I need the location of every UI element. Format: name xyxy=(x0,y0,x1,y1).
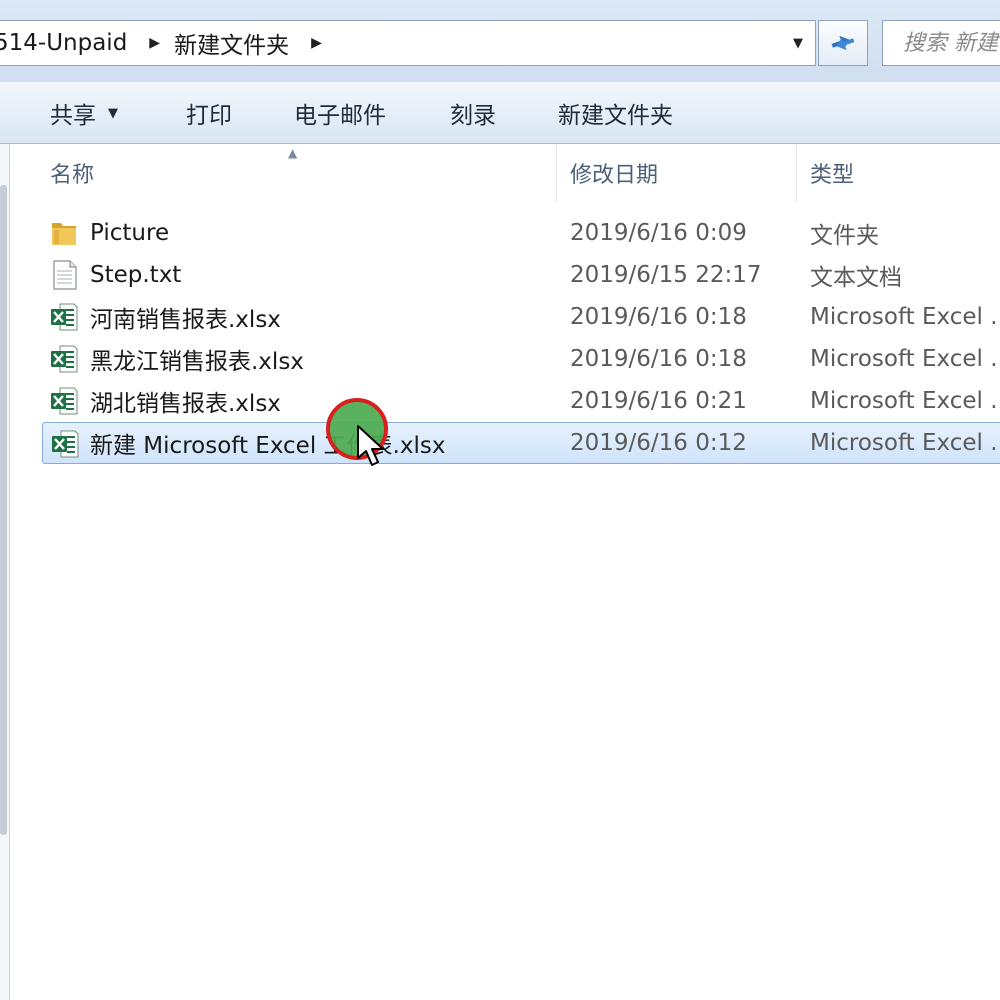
chevron-down-icon[interactable]: ▼ xyxy=(787,21,809,65)
file-type: Microsoft Excel ... xyxy=(810,430,1000,456)
sort-ascending-icon: ▲ xyxy=(288,146,298,160)
column-divider[interactable] xyxy=(796,144,797,202)
file-modified: 2019/6/16 0:12 xyxy=(570,430,747,456)
email-label: 电子邮件 xyxy=(294,103,386,129)
file-type: 文本文档 xyxy=(810,265,902,291)
file-modified: 2019/6/16 0:09 xyxy=(570,220,747,246)
address-bar[interactable]: 514-Unpaid ▶ 新建文件夹 ▶ ▼ xyxy=(0,20,816,66)
column-header-name-label: 名称 xyxy=(50,163,95,188)
file-type: Microsoft Excel ... xyxy=(810,388,1000,414)
file-modified: 2019/6/15 22:17 xyxy=(570,262,762,288)
breadcrumb-item-current[interactable]: 新建文件夹 xyxy=(174,26,297,60)
file-modified: 2019/6/16 0:18 xyxy=(570,346,747,372)
burn-label: 刻录 xyxy=(450,103,496,129)
file-name: 河南销售报表.xlsx xyxy=(90,307,281,333)
file-name: Step.txt xyxy=(90,262,182,288)
text-file-icon xyxy=(53,260,77,290)
excel-file-icon xyxy=(51,387,78,415)
chevron-down-icon: ▼ xyxy=(108,105,118,121)
column-header-modified[interactable]: 修改日期 xyxy=(570,144,658,202)
column-header-type[interactable]: 类型 xyxy=(810,144,854,202)
file-name: 黑龙江销售报表.xlsx xyxy=(90,349,304,375)
navigation-scrollbar[interactable] xyxy=(0,185,7,835)
burn-button[interactable]: 刻录 xyxy=(450,82,496,144)
search-input[interactable] xyxy=(883,21,1000,65)
column-divider[interactable] xyxy=(556,144,557,202)
breadcrumb-separator-icon[interactable]: ▶ xyxy=(297,35,336,51)
breadcrumb: 514-Unpaid ▶ 新建文件夹 ▶ xyxy=(0,21,336,65)
file-type: Microsoft Excel ... xyxy=(810,304,1000,330)
breadcrumb-item-parent[interactable]: 514-Unpaid xyxy=(0,30,135,56)
file-row[interactable]: 湖北销售报表.xlsx 2019/6/16 0:21 Microsoft Exc… xyxy=(42,380,1000,422)
file-row[interactable]: Step.txt 2019/6/15 22:17 文本文档 xyxy=(42,254,1000,296)
excel-file-icon xyxy=(51,303,78,331)
share-label: 共享 xyxy=(50,103,96,129)
column-header-type-label: 类型 xyxy=(810,163,855,188)
mouse-pointer-icon xyxy=(357,425,384,466)
file-name: 湖北销售报表.xlsx xyxy=(90,391,281,417)
email-button[interactable]: 电子邮件 xyxy=(294,82,386,144)
share-button[interactable]: 共享 ▼ xyxy=(50,82,118,144)
new-folder-button[interactable]: 新建文件夹 xyxy=(558,82,673,144)
search-box[interactable] xyxy=(882,20,1000,66)
file-name: Picture xyxy=(90,220,170,246)
file-row[interactable]: 黑龙江销售报表.xlsx 2019/6/16 0:18 Microsoft Ex… xyxy=(42,338,1000,380)
new-folder-label: 新建文件夹 xyxy=(558,103,673,129)
breadcrumb-separator-icon[interactable]: ▶ xyxy=(135,35,174,51)
column-header-modified-label: 修改日期 xyxy=(570,163,659,188)
file-row[interactable]: 河南销售报表.xlsx 2019/6/16 0:18 Microsoft Exc… xyxy=(42,296,1000,338)
file-type: 文件夹 xyxy=(810,223,879,249)
column-header-name[interactable]: 名称 xyxy=(50,144,94,202)
print-label: 打印 xyxy=(186,103,232,129)
file-row-selected[interactable]: 新建 Microsoft Excel 工作表.xlsx 2019/6/16 0:… xyxy=(42,422,1000,464)
file-modified: 2019/6/16 0:21 xyxy=(570,388,747,414)
file-modified: 2019/6/16 0:18 xyxy=(570,304,747,330)
folder-icon xyxy=(52,223,76,245)
print-button[interactable]: 打印 xyxy=(186,82,232,144)
excel-file-icon xyxy=(52,430,79,458)
command-bar xyxy=(0,82,1000,144)
excel-file-icon xyxy=(51,345,78,373)
file-name: 新建 Microsoft Excel 工作表.xlsx xyxy=(90,433,446,459)
refresh-button[interactable] xyxy=(818,20,868,66)
file-row[interactable]: Picture 2019/6/16 0:09 文件夹 xyxy=(42,212,1000,254)
refresh-icon xyxy=(831,35,855,51)
file-type: Microsoft Excel ... xyxy=(810,346,1000,372)
